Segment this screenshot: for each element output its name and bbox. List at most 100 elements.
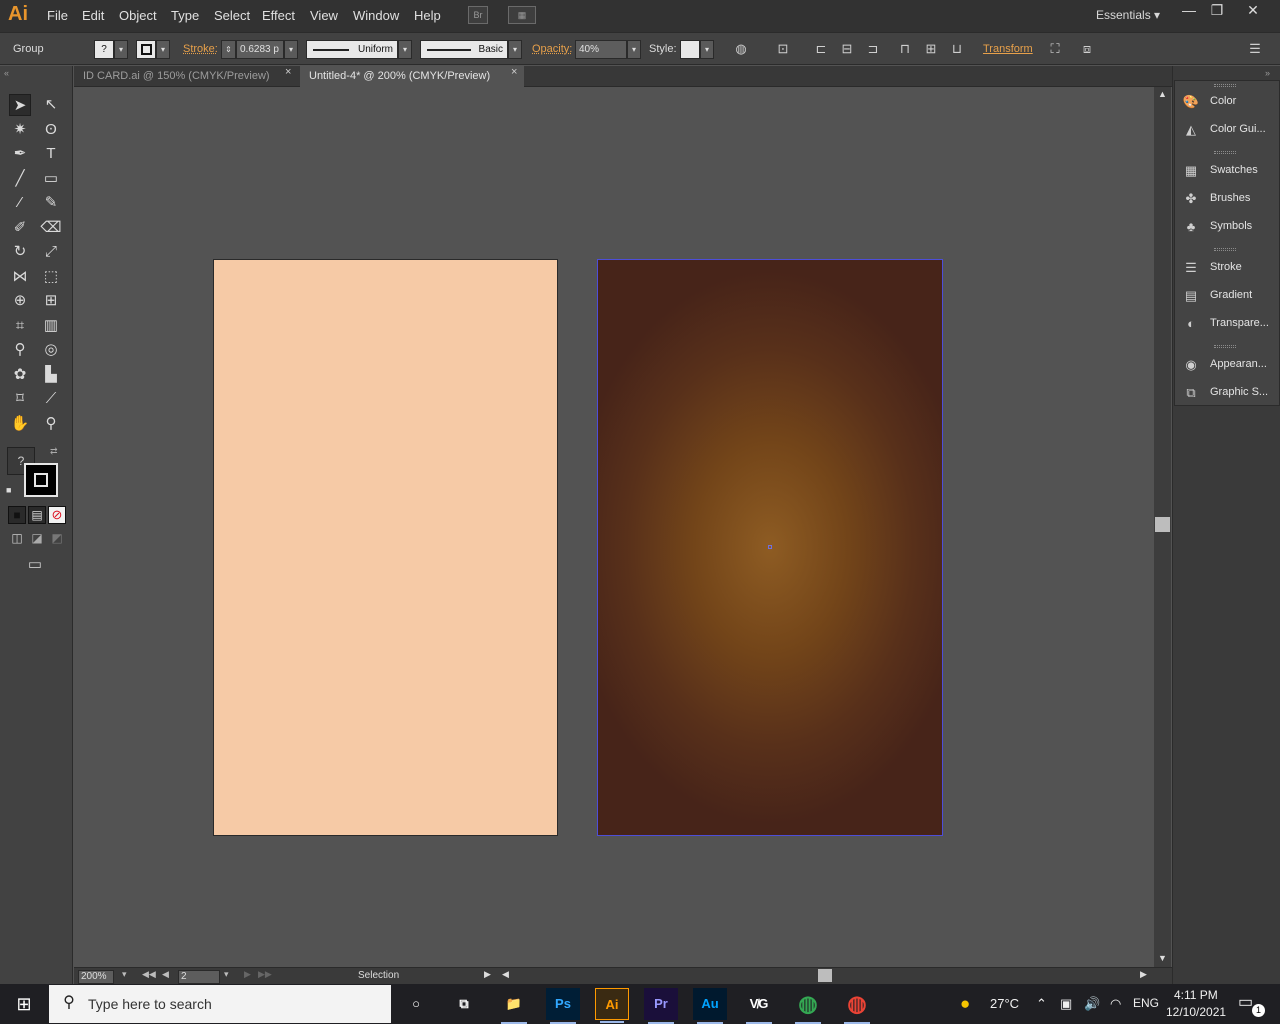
fill-swatch[interactable]: ? <box>94 40 114 59</box>
weather-temp[interactable]: 27°C <box>990 996 1019 1011</box>
horizontal-scroll-thumb[interactable] <box>818 969 832 982</box>
free-transform-tool-icon[interactable]: ⬚ <box>40 266 62 288</box>
draw-inside-icon[interactable]: ◩ <box>48 531 66 547</box>
taskbar-chrome-m-icon[interactable]: ◍ <box>791 988 825 1024</box>
chevron-up-icon[interactable]: ⌃ <box>1036 996 1047 1012</box>
zoom-tool-icon[interactable]: ⚲ <box>40 413 62 435</box>
previous-artboard-icon[interactable]: ◀ <box>162 969 169 980</box>
selection-tool-icon[interactable]: ➤ <box>9 94 31 116</box>
panel-menu-icon[interactable]: ☰ <box>1246 41 1264 57</box>
restore-button[interactable]: ❐ <box>1200 1 1234 21</box>
gradient-tool-icon[interactable]: ▥ <box>40 315 62 337</box>
panel-group-grip[interactable] <box>1214 345 1236 348</box>
variable-width-profile[interactable]: Uniform <box>306 40 398 59</box>
chevron-down-icon[interactable]: ▾ <box>398 40 412 59</box>
menu-effect[interactable]: Effect <box>262 8 295 23</box>
first-artboard-icon[interactable]: ◀◀ <box>142 969 156 980</box>
close-button[interactable]: ✕ <box>1236 1 1270 21</box>
menu-file[interactable]: File <box>47 8 68 23</box>
zoom-input[interactable]: 200% <box>78 970 114 984</box>
swap-fill-stroke-icon[interactable]: ⇄ <box>50 446 58 457</box>
slice-tool-icon[interactable]: ⟋ <box>40 388 62 410</box>
blend-tool-icon[interactable]: ◎ <box>40 339 62 361</box>
type-tool-icon[interactable]: T <box>40 143 62 165</box>
symbol-sprayer-tool-icon[interactable]: ✿ <box>9 364 31 386</box>
align-left-icon[interactable]: ⊏ <box>812 41 830 57</box>
stroke-label[interactable]: Stroke: <box>183 43 218 55</box>
draw-behind-icon[interactable]: ◪ <box>28 531 46 547</box>
pencil-tool-icon[interactable]: ✎ <box>40 192 62 214</box>
current-tool-status[interactable]: Selection <box>358 970 399 981</box>
panel-color-guide[interactable]: ◭ Color Gui... <box>1182 120 1276 140</box>
none-mode-icon[interactable]: ⊘ <box>48 506 66 524</box>
panel-group-grip[interactable] <box>1214 248 1236 251</box>
chevron-down-icon[interactable]: ▾ <box>122 969 127 980</box>
next-artboard-icon[interactable]: ▶ <box>244 969 251 980</box>
opacity-label[interactable]: Opacity: <box>532 43 572 55</box>
magic-wand-tool-icon[interactable]: ✷ <box>9 119 31 141</box>
clock-time[interactable]: 4:11 PM <box>1174 988 1218 1002</box>
expand-panels-icon[interactable]: » <box>1265 68 1270 78</box>
panel-brushes[interactable]: ✤ Brushes <box>1182 189 1276 209</box>
graphic-style-swatch[interactable] <box>680 40 700 59</box>
bridge-button[interactable]: Br <box>468 6 488 24</box>
taskbar-photoshop-icon[interactable]: Ps <box>546 988 580 1024</box>
stroke-weight-input[interactable]: 0.6283 p <box>236 40 284 59</box>
arrange-documents-button[interactable]: ▦ <box>508 6 536 24</box>
windows-start-icon[interactable]: ⊞ <box>0 984 48 1024</box>
align-center-icon[interactable]: ⊟ <box>838 41 856 57</box>
notifications-icon[interactable]: ▭ <box>1238 992 1253 1012</box>
panel-palette[interactable]: 🎨 Color <box>1182 92 1276 112</box>
taskbar-illustrator-icon[interactable]: Ai <box>595 988 629 1023</box>
collapse-panel-icon[interactable]: « <box>4 68 9 78</box>
eraser-tool-icon[interactable]: ⌫ <box>40 217 62 239</box>
transform-link[interactable]: Transform <box>983 43 1033 55</box>
chevron-down-icon[interactable]: ▾ <box>700 40 714 59</box>
chevron-down-icon[interactable]: ▾ <box>508 40 522 59</box>
wifi-icon[interactable]: ◠ <box>1110 996 1121 1012</box>
eyedropper-tool-icon[interactable]: ⚲ <box>9 339 31 361</box>
perspective-grid-tool-icon[interactable]: ⊞ <box>40 290 62 312</box>
hand-tool-icon[interactable]: ✋ <box>9 413 31 435</box>
tab-untitled-4[interactable]: Untitled-4* @ 200% (CMYK/Preview) <box>300 66 524 87</box>
weather-icon[interactable]: ● <box>960 994 970 1014</box>
rectangle-tool-icon[interactable]: ▭ <box>40 168 62 190</box>
menu-type[interactable]: Type <box>171 8 199 23</box>
search-input[interactable]: Type here to search <box>88 996 212 1012</box>
draw-normal-icon[interactable]: ◫ <box>8 531 26 547</box>
align-top-icon[interactable]: ⊓ <box>896 41 914 57</box>
pen-tool-icon[interactable]: ✒ <box>9 143 31 165</box>
close-icon[interactable]: × <box>285 66 291 78</box>
panel-transparency[interactable]: ◐ Transpare... <box>1182 314 1276 334</box>
isolate-group-icon[interactable]: ⛶ <box>1046 41 1064 57</box>
menu-window[interactable]: Window <box>353 8 399 23</box>
taskbar-file-explorer-icon[interactable]: 📁 <box>497 988 531 1024</box>
align-middle-icon[interactable]: ⊞ <box>922 41 940 57</box>
panel-stroke[interactable]: ☰ Stroke <box>1182 258 1276 278</box>
artboard-number-input[interactable]: 2 <box>178 970 220 984</box>
mesh-tool-icon[interactable]: ⌗ <box>9 315 31 337</box>
taskbar-premiere-icon[interactable]: Pr <box>644 988 678 1024</box>
tab-id-card[interactable]: ID CARD.ai @ 150% (CMYK/Preview) <box>74 66 298 87</box>
direct-selection-tool-icon[interactable]: ↖ <box>40 94 62 116</box>
close-icon[interactable]: × <box>511 66 517 78</box>
menu-object[interactable]: Object <box>119 8 157 23</box>
volume-icon[interactable]: 🔊 <box>1084 996 1100 1012</box>
last-artboard-icon[interactable]: ▶▶ <box>258 969 272 980</box>
status-menu-icon[interactable]: ▶ <box>484 969 491 980</box>
panel-group-grip[interactable] <box>1214 84 1236 87</box>
vertical-scroll-thumb[interactable] <box>1155 517 1170 532</box>
paintbrush-tool-icon[interactable]: ⁄ <box>9 192 31 214</box>
recolor-artwork-icon[interactable]: ◍ <box>732 41 750 57</box>
line-tool-icon[interactable]: ╱ <box>9 168 31 190</box>
taskbar-cortana-icon[interactable]: ○ <box>399 988 433 1020</box>
screen-mode-icon[interactable]: ▭ <box>23 555 47 573</box>
stroke-stepper[interactable]: ⇕ <box>221 40 236 59</box>
brush-definition[interactable]: Basic <box>420 40 508 59</box>
panel-group-grip[interactable] <box>1214 151 1236 154</box>
column-graph-tool-icon[interactable]: ▙ <box>40 364 62 386</box>
lasso-tool-icon[interactable]: ʘ <box>40 119 62 141</box>
chevron-down-icon[interactable]: ▾ <box>627 40 641 59</box>
taskbar-task-view-icon[interactable]: ⧉ <box>447 988 481 1020</box>
menu-view[interactable]: View <box>310 8 338 23</box>
